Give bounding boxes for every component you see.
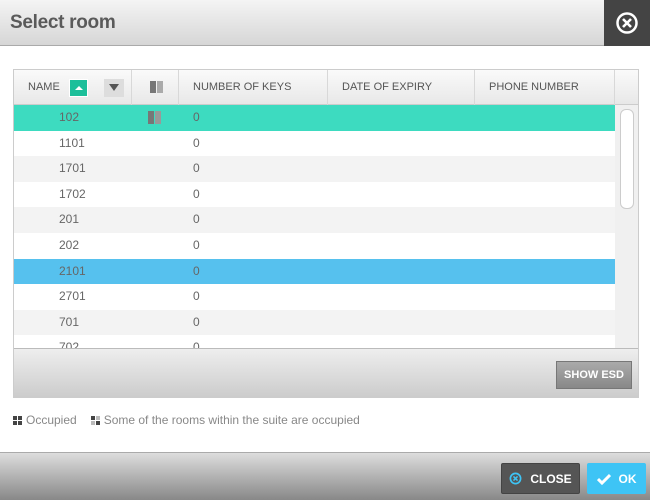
cell-keys: 0 xyxy=(193,186,200,201)
grid-footer: SHOW ESD xyxy=(14,348,638,397)
legend: Occupied Some of the rooms within the su… xyxy=(13,413,360,427)
cell-keys: 0 xyxy=(193,314,200,329)
close-button[interactable]: CLOSE xyxy=(501,463,580,494)
column-expiry[interactable]: DATE OF EXPIRY xyxy=(328,70,475,105)
scrollbar-thumb[interactable] xyxy=(620,109,634,209)
cell-name: 702 xyxy=(59,340,80,348)
column-keys[interactable]: NUMBER OF KEYS xyxy=(179,70,328,105)
cell-name: 2101 xyxy=(59,263,86,278)
table-row[interactable]: 202 0 xyxy=(14,233,615,259)
close-circle-icon xyxy=(509,472,522,485)
grid-header: NAME NUMBER OF KEYS DATE OF EXPIRY PHONE… xyxy=(14,70,638,105)
table-row[interactable]: 1101 0 xyxy=(14,130,615,157)
cell-keys: 0 xyxy=(193,289,200,304)
cell-keys: 0 xyxy=(193,263,200,278)
table-row[interactable]: 2101 0 xyxy=(14,258,615,285)
close-label: CLOSE xyxy=(530,471,572,486)
cell-name: 202 xyxy=(59,238,80,252)
cell-keys: 0 xyxy=(193,135,200,150)
column-phone[interactable]: PHONE NUMBER xyxy=(475,70,615,105)
suite-occupied-icon xyxy=(148,111,162,124)
column-label: NAME xyxy=(28,81,60,93)
room-grid: NAME NUMBER OF KEYS DATE OF EXPIRY PHONE… xyxy=(13,69,639,398)
ok-button[interactable]: OK xyxy=(587,463,646,494)
table-row[interactable]: 701 0 xyxy=(14,309,615,336)
scrollbar[interactable] xyxy=(615,105,638,348)
sort-ascending-button[interactable] xyxy=(69,79,88,97)
column-name[interactable]: NAME xyxy=(14,70,132,105)
suite-icon xyxy=(150,81,163,93)
partially-occupied-icon xyxy=(90,415,100,425)
cell-keys: 0 xyxy=(193,110,200,124)
legend-partial: Some of the rooms within the suite are o… xyxy=(103,413,360,427)
cell-name: 1701 xyxy=(59,161,86,176)
table-row[interactable]: 1701 0 xyxy=(14,156,615,182)
bottom-bar: CLOSE OK xyxy=(0,452,650,500)
cell-name: 102 xyxy=(59,110,80,124)
cell-keys: 0 xyxy=(193,340,200,348)
table-row[interactable]: 2701 0 xyxy=(14,284,615,310)
cell-name: 701 xyxy=(59,314,80,329)
cell-name: 1702 xyxy=(59,186,86,201)
close-dialog-button[interactable] xyxy=(604,0,650,46)
table-row[interactable]: 702 0 xyxy=(14,335,615,348)
cell-name: 2701 xyxy=(59,289,86,304)
occupied-icon xyxy=(13,415,22,425)
show-esd-button[interactable]: SHOW ESD xyxy=(556,361,632,389)
table-row[interactable]: 201 0 xyxy=(14,207,615,233)
ok-label: OK xyxy=(618,471,637,486)
cell-keys: 0 xyxy=(193,212,200,227)
check-icon xyxy=(596,473,611,485)
cell-keys: 0 xyxy=(193,161,200,176)
filter-button[interactable] xyxy=(104,79,124,97)
cell-name: 1101 xyxy=(59,135,85,150)
cell-keys: 0 xyxy=(193,238,200,252)
cell-name: 201 xyxy=(59,212,80,227)
close-circle-icon xyxy=(616,12,638,34)
column-occupancy[interactable] xyxy=(132,70,179,105)
table-row[interactable]: 1702 0 xyxy=(14,181,615,208)
grid-body: 102 0 1101 0 1701 0 1702 0 201 0 202 0 2101 0 2701 0 701… xyxy=(14,105,615,348)
table-row[interactable]: 102 0 xyxy=(14,105,615,131)
dialog-title: Select room xyxy=(10,12,116,33)
legend-occupied: Occupied xyxy=(26,413,77,427)
title-bar: Select room xyxy=(0,0,650,46)
